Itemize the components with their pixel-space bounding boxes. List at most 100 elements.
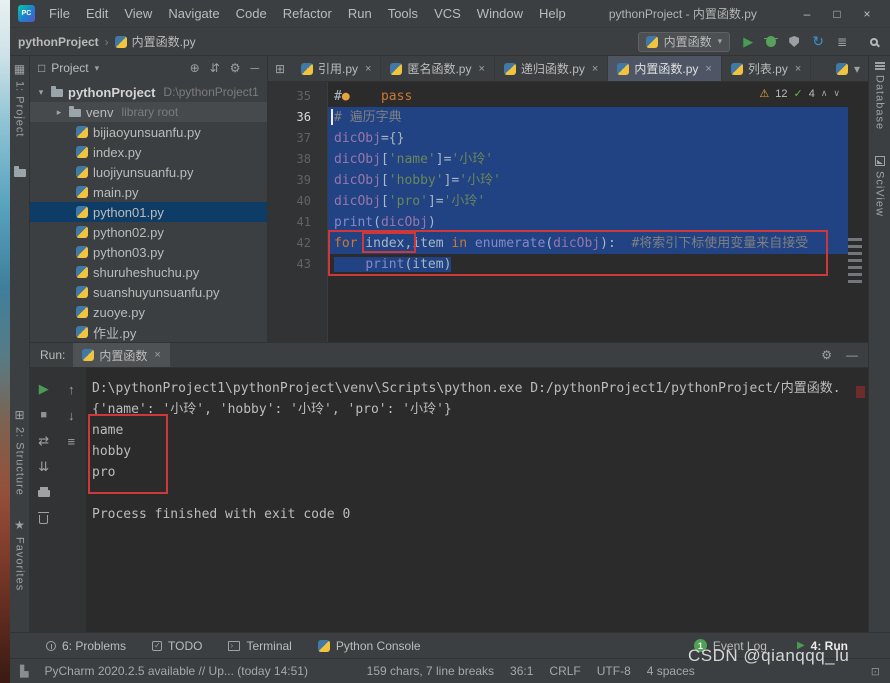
gear-icon[interactable]: ⚙ bbox=[821, 348, 832, 362]
code-editor[interactable]: 353637383940414243 #● pass# 遍历字典dicObj={… bbox=[268, 82, 868, 342]
chevron-down-icon[interactable]: ▾ bbox=[95, 63, 100, 74]
clear-console-icon[interactable] bbox=[39, 515, 48, 524]
next-issue-icon[interactable]: ∨ bbox=[833, 88, 840, 99]
tool-button-event-log[interactable]: 1Event Log bbox=[694, 639, 767, 653]
menu-item-tools[interactable]: Tools bbox=[380, 0, 426, 28]
run-tab[interactable]: 内置函数 × bbox=[73, 343, 169, 367]
run-button[interactable]: ▶ bbox=[743, 34, 753, 50]
close-tab-icon[interactable]: × bbox=[478, 63, 484, 75]
tool-button-6-problems[interactable]: 6: Problems bbox=[46, 639, 126, 653]
tool-stripe-sciview[interactable]: SciView bbox=[874, 156, 886, 217]
tree-item-python03[interactable]: python03.py bbox=[30, 242, 267, 262]
scroll-to-end-icon[interactable]: ⇊ bbox=[38, 459, 49, 475]
folder-tool-icon[interactable] bbox=[14, 169, 26, 177]
editor-tab-neizhi[interactable]: 内置函数.py× bbox=[608, 56, 721, 81]
status-item-5[interactable]: 4 spaces bbox=[647, 664, 695, 678]
close-button[interactable]: × bbox=[852, 0, 882, 28]
tool-stripe-project[interactable]: ▦1: Project bbox=[14, 62, 26, 137]
editor-tab-yinyong[interactable]: 引用.py× bbox=[292, 56, 381, 81]
tree-item-main[interactable]: main.py bbox=[30, 182, 267, 202]
editor-tab-liebiao[interactable]: 列表.py× bbox=[722, 56, 811, 81]
status-item-4[interactable]: UTF-8 bbox=[597, 664, 631, 678]
tool-button-terminal[interactable]: Terminal bbox=[228, 639, 291, 653]
status-item-2[interactable]: 36:1 bbox=[510, 664, 533, 678]
menu-item-file[interactable]: File bbox=[41, 0, 78, 28]
tool-button-python-console[interactable]: Python Console bbox=[318, 639, 421, 653]
menu-item-edit[interactable]: Edit bbox=[78, 0, 116, 28]
code-line-41[interactable]: print(dicObj) bbox=[328, 212, 848, 233]
code-line-39[interactable]: dicObj['hobby']='小玲' bbox=[328, 170, 848, 191]
menu-item-run[interactable]: Run bbox=[340, 0, 380, 28]
code-line-40[interactable]: dicObj['pro']='小玲' bbox=[328, 191, 848, 212]
tree-item-venv[interactable]: ▸venvlibrary root bbox=[30, 102, 267, 122]
editor-tab-niming[interactable]: 匿名函数.py× bbox=[381, 56, 494, 81]
locate-file-button[interactable]: ⊕ bbox=[190, 61, 200, 75]
tree-item-bijiaoyunsuanfu[interactable]: bijiaoyunsuanfu.py bbox=[30, 122, 267, 142]
breadcrumb-file[interactable]: 内置函数.py bbox=[132, 33, 196, 50]
close-tab-icon[interactable]: × bbox=[365, 63, 371, 75]
code-line-38[interactable]: dicObj['name']='小玲' bbox=[328, 149, 848, 170]
tree-item-suanshuyunsuanfu[interactable]: suanshuyunsuanfu.py bbox=[30, 282, 267, 302]
editor-tab-digui[interactable]: 递归函数.py× bbox=[495, 56, 608, 81]
search-everywhere-button[interactable] bbox=[870, 38, 878, 46]
tool-button-todo[interactable]: TODO bbox=[152, 639, 202, 653]
tab-list-icon[interactable]: ⊞ bbox=[268, 56, 292, 81]
menu-item-view[interactable]: View bbox=[116, 0, 160, 28]
code-area[interactable]: #● pass# 遍历字典dicObj={}dicObj['name']='小玲… bbox=[328, 82, 868, 342]
chevron-icon[interactable]: ▾ bbox=[36, 87, 46, 98]
tree-item-python02[interactable]: python02.py bbox=[30, 222, 267, 242]
menu-item-code[interactable]: Code bbox=[228, 0, 275, 28]
status-item-1[interactable]: 159 chars, 7 line breaks bbox=[367, 664, 494, 678]
expand-collapse-button[interactable]: ⇵ bbox=[210, 61, 220, 75]
menu-item-vcs[interactable]: VCS bbox=[426, 0, 469, 28]
tree-item-index[interactable]: index.py bbox=[30, 142, 267, 162]
tool-stripe-favorites[interactable]: ★Favorites bbox=[14, 518, 26, 591]
tool-stripe-structure[interactable]: ⊞2: Structure bbox=[14, 408, 26, 496]
soft-wrap-icon[interactable]: ≡ bbox=[67, 434, 75, 449]
status-item-3[interactable]: CRLF bbox=[549, 664, 580, 678]
gear-icon[interactable]: ⚙ bbox=[230, 61, 241, 75]
minimize-button[interactable]: – bbox=[792, 0, 822, 28]
commit-button[interactable]: ≣ bbox=[837, 35, 847, 49]
hide-panel-button[interactable]: ─ bbox=[250, 61, 259, 75]
tool-window-toggle-icon[interactable]: ▙ bbox=[20, 665, 28, 678]
restore-layout-icon[interactable]: ⇄ bbox=[38, 433, 49, 449]
up-stack-icon[interactable]: ↑ bbox=[68, 382, 75, 397]
prev-issue-icon[interactable]: ∧ bbox=[821, 88, 828, 99]
coverage-button[interactable] bbox=[789, 36, 799, 47]
debug-button[interactable] bbox=[766, 36, 776, 47]
close-tab-icon[interactable]: × bbox=[705, 63, 711, 75]
chevron-icon[interactable]: ▸ bbox=[54, 107, 64, 118]
status-message[interactable]: PyCharm 2020.2.5 available // Up... (tod… bbox=[44, 664, 307, 678]
menu-item-help[interactable]: Help bbox=[531, 0, 574, 28]
close-tab-icon[interactable]: × bbox=[795, 63, 801, 75]
lock-icon[interactable]: ⊡ bbox=[871, 665, 880, 678]
scrollbar-marks[interactable] bbox=[848, 238, 862, 283]
close-tab-icon[interactable]: × bbox=[592, 63, 598, 75]
code-line-37[interactable]: dicObj={} bbox=[328, 128, 848, 149]
breadcrumb-project[interactable]: pythonProject bbox=[18, 35, 99, 49]
tree-item-python01[interactable]: python01.py bbox=[30, 202, 267, 222]
close-icon[interactable]: × bbox=[154, 349, 160, 361]
run-configuration-select[interactable]: 内置函数 ▾ bbox=[638, 32, 731, 52]
code-line-36[interactable]: # 遍历字典 bbox=[328, 107, 848, 128]
hidden-tabs-dropdown[interactable]: ▾ bbox=[828, 56, 868, 81]
tool-button-4-run[interactable]: ▶4: Run bbox=[797, 639, 848, 653]
tree-item-zuoye-cn[interactable]: 作业.py bbox=[30, 322, 267, 342]
stop-button[interactable]: ■ bbox=[40, 409, 47, 421]
menu-item-window[interactable]: Window bbox=[469, 0, 531, 28]
update-project-button[interactable]: ↻ bbox=[812, 33, 824, 50]
print-icon[interactable] bbox=[38, 490, 50, 497]
menu-item-refactor[interactable]: Refactor bbox=[275, 0, 340, 28]
project-panel-title[interactable]: Project bbox=[51, 61, 88, 75]
run-console-output[interactable]: D:\pythonProject1\pythonProject\venv\Scr… bbox=[86, 368, 868, 632]
code-line-42[interactable]: for index,item in enumerate(dicObj): #将索… bbox=[328, 233, 848, 254]
inspections-widget[interactable]: ⚠ 12 ✓ 4 ∧ ∨ bbox=[759, 87, 840, 100]
down-stack-icon[interactable]: ↓ bbox=[68, 408, 75, 423]
tool-stripe-database[interactable]: Database bbox=[874, 62, 886, 130]
rerun-button[interactable]: ▶ bbox=[39, 381, 49, 397]
tree-item-luojiyunsuanfu[interactable]: luojiyunsuanfu.py bbox=[30, 162, 267, 182]
tree-item-root[interactable]: ▾pythonProjectD:\pythonProject1 bbox=[30, 82, 267, 102]
menu-item-navigate[interactable]: Navigate bbox=[160, 0, 227, 28]
hide-panel-icon[interactable]: — bbox=[846, 348, 858, 362]
